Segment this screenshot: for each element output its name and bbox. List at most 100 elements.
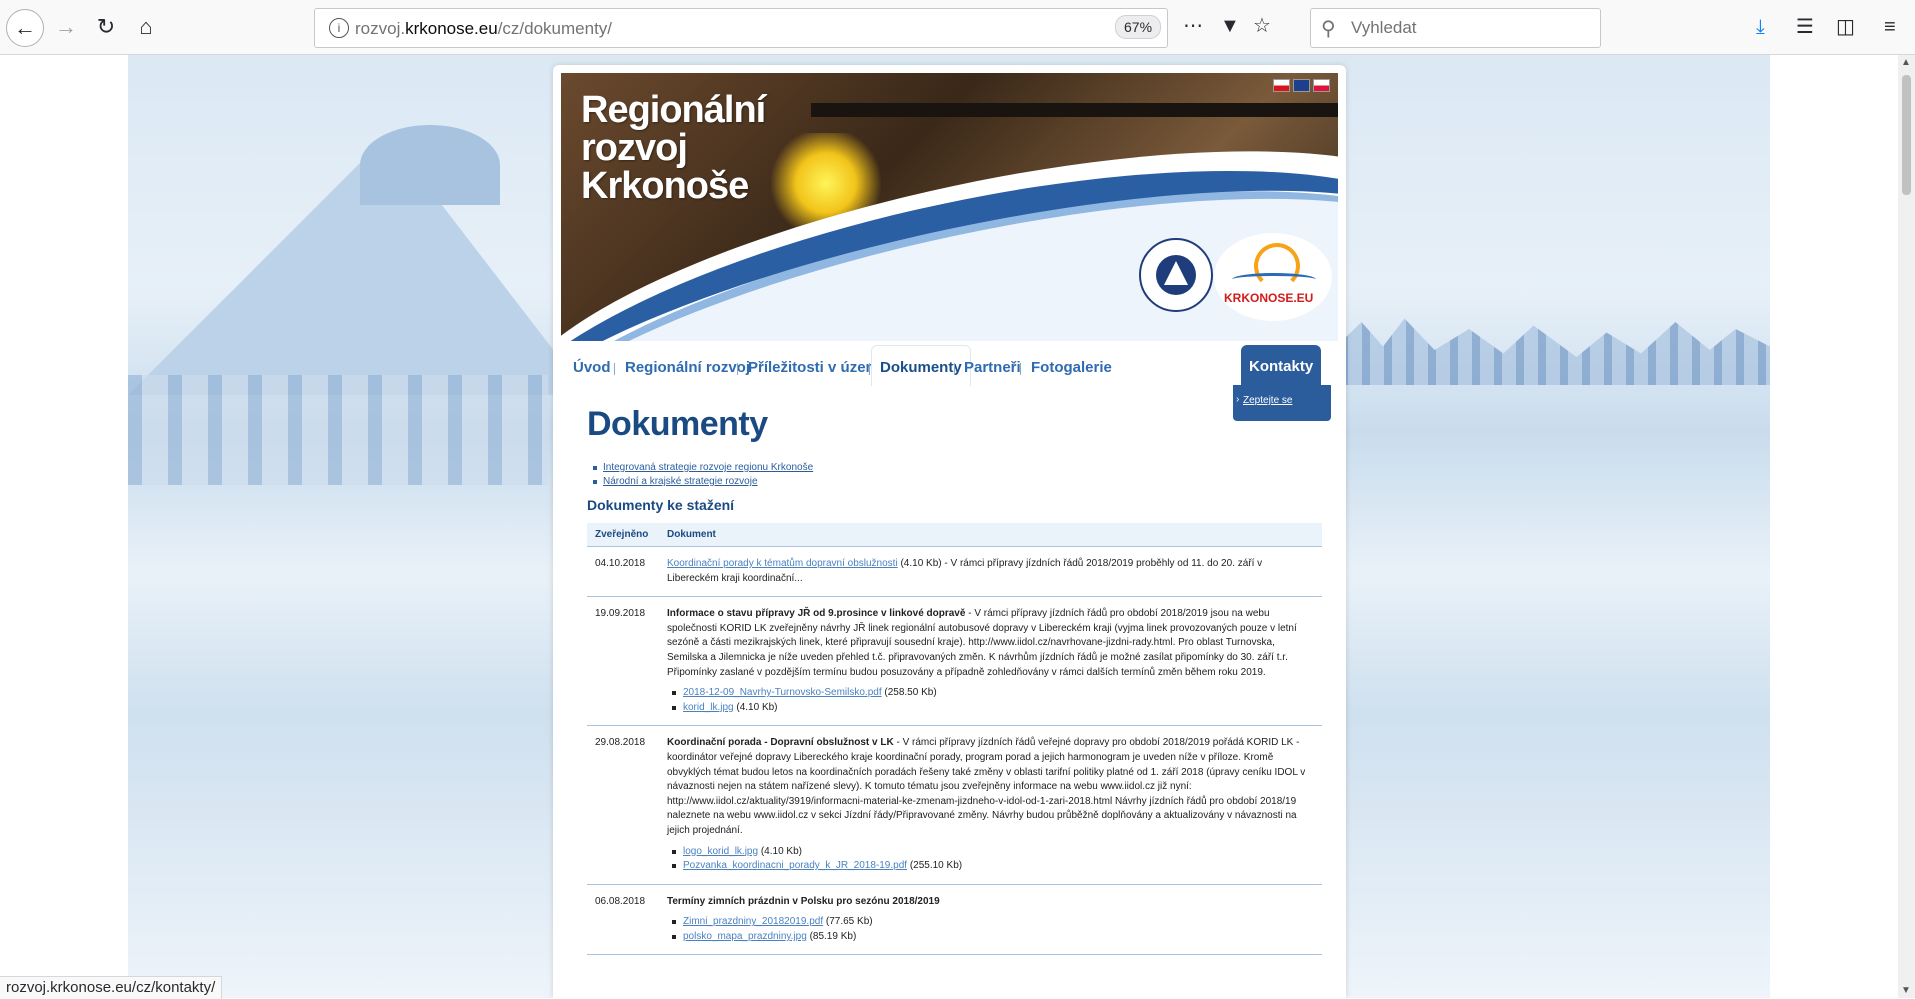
menu-item-regionalni-rozvoj[interactable]: Regionální rozvoj [625,349,750,385]
strategy-links: Integrovaná strategie rozvoje regionu Kr… [587,462,1322,487]
sidebar-icon[interactable]: ◫ [1836,14,1855,40]
wave-icon [1232,273,1316,286]
row-document: Koordinační porady k tématům dopravní ob… [659,546,1322,598]
section-title: Dokumenty ke stažení [587,497,735,513]
svazek-seal-logo[interactable] [1139,238,1213,312]
table-header-row: Zveřejněno Dokument [587,523,1322,547]
list-item: logo_korid_lk.jpg (4.10 Kb) [667,845,1314,860]
flag-en-icon[interactable] [1293,79,1310,92]
menu-separator [954,363,955,375]
scroll-down-icon[interactable]: ▼ [1901,985,1911,996]
background-forest-right [1340,318,1770,385]
list-item: korid_lk.jpg (4.10 Kb) [667,701,1314,716]
library-icon[interactable]: ☰ [1796,14,1814,40]
submenu-arrow-icon: › [1236,394,1240,405]
search-bar[interactable]: ⚲ [1310,8,1601,48]
search-icon: ⚲ [1321,18,1336,40]
list-item: Národní a krajské strategie rozvoje [587,476,1322,487]
attachment-list: 2018-12-09_Navrhy-Turnovsko-Semilsko.pdf… [667,686,1314,715]
file-size: (4.10 Kb) [760,845,802,857]
table-row: 19.09.2018 Informace o stavu přípravy JŘ… [587,596,1322,727]
attachment-link[interactable]: polsko_mapa_prazdniny.jpg [683,931,807,942]
url-text[interactable]: rozvoj.krkonose.eu/cz/dokumenty/ [355,19,612,39]
row-date: 04.10.2018 [587,546,659,598]
document-description: - V rámci přípravy jízdních řádů veřejné… [667,737,1306,836]
attachment-list: Zimni_prazdniny_20182019.pdf (77.65 Kb) … [667,915,1314,944]
krkonose-logo[interactable]: KRKONOSE.EU [1214,233,1332,321]
link-narodni-strategie[interactable]: Národní a krajské strategie rozvoje [603,476,758,487]
site-info-icon[interactable]: i [329,18,349,38]
menu-separator [869,363,870,375]
attachment-link[interactable]: Pozvanka_koordinacni_porady_k_JR_2018-19… [683,860,907,871]
menu-item-kontakty[interactable]: Kontakty [1241,345,1322,385]
download-icon[interactable]: ⤓ [1756,14,1765,40]
zoom-indicator[interactable]: 67% [1115,15,1162,39]
document-title: Koordinační porada - Dopravní obslužnost… [667,737,894,749]
menu-item-fotogalerie[interactable]: Fotogalerie [1031,349,1112,385]
row-document: Termíny zimních prázdnin v Polsku pro se… [659,884,1322,956]
mountain-emblem-icon [1156,255,1196,295]
menu-item-uvod[interactable]: Úvod [573,349,611,385]
file-size: (4.10 Kb) [736,701,778,713]
logo-text: KRKONOSE.EU [1224,291,1314,305]
file-size: (258.50 Kb) [884,687,937,699]
attachment-list: logo_korid_lk.jpg (4.10 Kb) Pozvanka_koo… [667,845,1314,874]
back-arrow-icon[interactable]: ← [6,9,44,47]
attachment-link[interactable]: Zimni_prazdniny_20182019.pdf [683,916,823,927]
background-forest-left [128,375,548,485]
row-date: 19.09.2018 [587,596,659,727]
table-row: 29.08.2018 Koordinační porada - Dopravní… [587,725,1322,885]
row-date: 29.08.2018 [587,725,659,885]
banner-photo-tube [811,103,1338,117]
page-margin-left [0,55,128,998]
scrollbar-thumb[interactable] [1902,75,1911,195]
forward-arrow-icon[interactable]: → [48,9,84,45]
file-size: (4.10 Kb) [900,558,942,569]
background-mountain [128,135,588,395]
main-menu: Úvod Regionální rozvoj Příležitosti v úz… [561,345,1338,386]
column-header-document: Dokument [659,523,1322,547]
page-scrollbar[interactable]: ▲ ▼ [1898,55,1915,998]
menu-hamburger-icon[interactable]: ≡ [1884,14,1896,40]
list-item: Pozvanka_koordinacni_porady_k_JR_2018-19… [667,859,1314,874]
pocket-icon[interactable]: ▼ [1220,13,1240,39]
search-input[interactable] [1349,15,1593,41]
browser-toolbar: ← → ↻ ⌂ i rozvoj.krkonose.eu/cz/dokument… [0,0,1915,55]
reload-icon[interactable]: ↻ [88,9,124,45]
menu-item-prilezitosti[interactable]: Příležitosti v území [748,349,883,385]
header-banner: Regionální rozvoj Krkonoše KRKONOSE.EU [561,73,1338,341]
document-title: Informace o stavu přípravy JŘ od 9.prosi… [667,608,966,620]
bookmark-star-icon[interactable]: ☆ [1253,13,1271,39]
attachment-link[interactable]: korid_lk.jpg [683,702,734,713]
documents-table: Zveřejněno Dokument 04.10.2018 Koordinač… [587,523,1322,956]
site-title[interactable]: Regionální rozvoj Krkonoše [581,91,821,205]
status-bar-url: rozvoj.krkonose.eu/cz/kontakty/ [0,976,223,999]
file-size: (77.65 Kb) [825,916,873,928]
site-container: Regionální rozvoj Krkonoše KRKONOSE.EU Ú… [553,65,1346,998]
link-integrovana-strategie[interactable]: Integrovaná strategie rozvoje regionu Kr… [603,462,813,473]
menu-item-dokumenty[interactable]: Dokumenty [871,345,971,386]
file-size: (255.10 Kb) [909,860,963,872]
list-item: Integrovaná strategie rozvoje regionu Kr… [587,462,1322,473]
home-icon[interactable]: ⌂ [128,9,164,45]
menu-item-partneri[interactable]: Partneři [964,349,1021,385]
attachment-link[interactable]: 2018-12-09_Navrhy-Turnovsko-Semilsko.pdf [683,687,882,698]
flag-pl-icon[interactable] [1313,79,1330,92]
page-actions-icon[interactable]: ⋯ [1183,13,1203,39]
attachment-link[interactable]: logo_korid_lk.jpg [683,846,758,857]
table-row: 04.10.2018 Koordinační porady k tématům … [587,546,1322,598]
language-switcher [1273,79,1330,92]
flag-cz-icon[interactable] [1273,79,1290,92]
page-margin-right [1770,55,1898,998]
menu-separator [1020,363,1021,375]
main-content: Dokumenty Integrovaná strategie rozvoje … [587,405,1322,956]
document-link[interactable]: Koordinační porady k tématům dopravní ob… [667,558,898,569]
scroll-up-icon[interactable]: ▲ [1901,57,1911,68]
page-title: Dokumenty [587,405,768,443]
column-header-date: Zveřejněno [587,523,659,547]
file-size: (85.19 Kb) [809,930,857,942]
list-item: 2018-12-09_Navrhy-Turnovsko-Semilsko.pdf… [667,686,1314,701]
row-document: Koordinační porada - Dopravní obslužnost… [659,725,1322,885]
url-bar[interactable]: i rozvoj.krkonose.eu/cz/dokumenty/ 67% ⋯… [314,8,1271,48]
menu-separator [614,363,615,375]
